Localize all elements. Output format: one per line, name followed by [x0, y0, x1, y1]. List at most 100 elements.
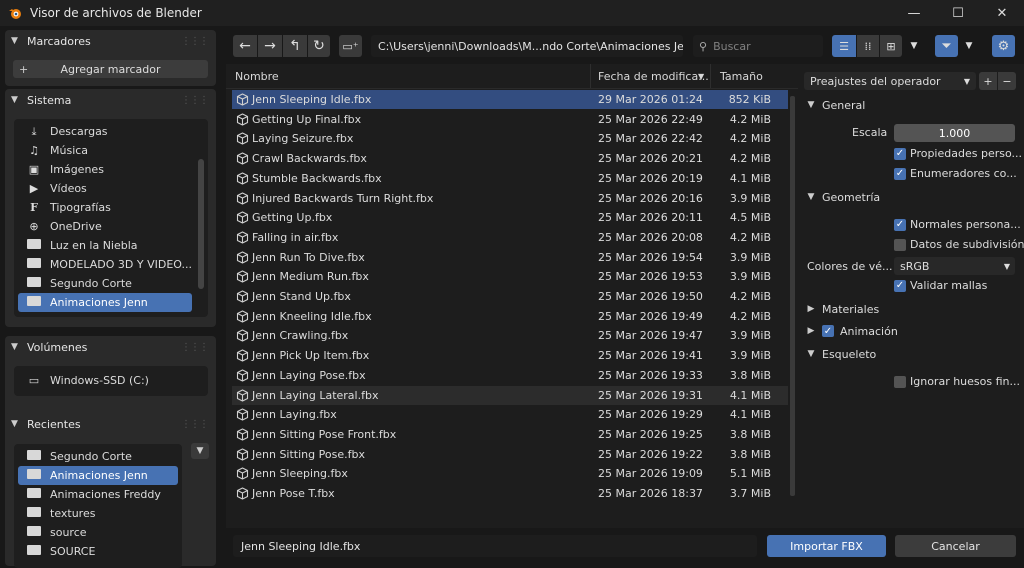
sidebar-item-modelado[interactable]: MODELADO 3D Y VIDEO... — [18, 255, 192, 274]
column-date-header[interactable]: Fecha de modifica... — [598, 70, 709, 83]
scale-input[interactable]: 1.000 — [894, 124, 1015, 142]
filter-chevron-down-icon[interactable]: ▼ — [960, 35, 978, 57]
file-date: 25 Mar 2026 19:09 — [598, 467, 703, 481]
remove-preset-minus-icon[interactable]: − — [998, 72, 1016, 90]
sidebar-item-onedrive[interactable]: ⊕ OneDrive — [18, 217, 192, 236]
file-row[interactable]: Jenn Stand Up.fbx 25 Mar 2026 19:50 4.2 Mi… — [232, 287, 788, 306]
column-size-header[interactable]: Tamaño — [720, 70, 763, 83]
gear-icon[interactable]: ⚙ — [992, 35, 1015, 57]
system-header[interactable]: ▼ Sistema ⋮⋮⋮ — [5, 89, 216, 111]
column-name-header[interactable]: Nombre — [235, 70, 279, 83]
file-row[interactable]: Jenn Laying Lateral.fbx 25 Mar 2026 19:31… — [232, 385, 788, 405]
item-label: source — [50, 526, 87, 539]
file-list: Nombre Fecha de modifica... ▼ Tamaño Jen… — [226, 64, 798, 528]
sidebar-item-tipografias[interactable]: F Tipografías — [18, 198, 192, 217]
recent-item-source[interactable]: source — [18, 523, 178, 542]
minimize-button[interactable]: — — [892, 0, 936, 26]
grip-icon[interactable]: ⋮⋮⋮ — [181, 36, 209, 47]
file-date: 25 Mar 2026 20:19 — [598, 171, 703, 185]
file-name: Jenn Sitting Pose.fbx — [252, 447, 365, 461]
file-list-scrollbar[interactable] — [790, 96, 795, 496]
file-row[interactable]: Jenn Run To Dive.fbx 25 Mar 2026 19:54 3.9… — [232, 248, 788, 267]
custom-properties-checkbox[interactable]: ✓ Propiedades perso... — [894, 147, 1022, 160]
import-fbx-button[interactable]: Importar FBX — [767, 535, 886, 557]
sidebar-item-animaciones-jenn[interactable]: Animaciones Jenn — [18, 293, 192, 312]
file-row[interactable]: Getting Up Final.fbx 25 Mar 2026 22:49 4.2… — [232, 110, 788, 129]
file-row[interactable]: Crawl Backwards.fbx 25 Mar 2026 20:21 4.2 … — [232, 149, 788, 168]
vertex-colors-dropdown[interactable]: sRGB ▼ — [894, 257, 1015, 275]
recent-item-animaciones-jenn[interactable]: Animaciones Jenn — [18, 466, 178, 485]
sidebar-item-windows-ssd[interactable]: ▭ Windows-SSD (C:) — [18, 371, 204, 390]
file-row[interactable]: Jenn Pick Up Item.fbx 25 Mar 2026 19:41 3.… — [232, 346, 788, 365]
check-icon: ✓ — [894, 218, 906, 231]
geometry-section-header[interactable]: ▼ Geometría — [804, 187, 1018, 207]
ignore-leaf-bones-checkbox[interactable]: Ignorar huesos fin... — [894, 375, 1020, 388]
chevron-down-icon: ▼ — [807, 100, 815, 110]
file-row[interactable]: Jenn Laying.fbx 25 Mar 2026 19:29 4.1 MiB — [232, 405, 788, 424]
recent-item-textures[interactable]: textures — [18, 504, 178, 523]
system-scrollbar[interactable] — [198, 159, 204, 289]
sidebar-item-segundo-corte[interactable]: Segundo Corte — [18, 274, 192, 293]
recents-header[interactable]: ▼ Recientes ⋮⋮⋮ — [5, 413, 216, 435]
sidebar-item-imagenes[interactable]: ▣ Imágenes — [18, 160, 192, 179]
recents-menu-chevron-down-icon[interactable]: ▼ — [191, 443, 209, 459]
add-bookmark-button[interactable]: + Agregar marcador — [13, 60, 208, 78]
file-row[interactable]: Injured Backwards Turn Right.fbx 25 Mar 2… — [232, 189, 788, 208]
general-section-header[interactable]: ▼ General — [804, 95, 1018, 115]
armature-section-header[interactable]: ▼ Esqueleto — [804, 344, 1018, 364]
chevron-down-icon: ▼ — [963, 76, 970, 86]
sidebar-item-descargas[interactable]: ⤓ Descargas — [18, 122, 192, 141]
animation-section-header[interactable]: ▶ ✓ Animación — [804, 321, 1018, 341]
sidebar-item-luz-en-la-niebla[interactable]: Luz en la Niebla — [18, 236, 192, 255]
file-row[interactable]: Jenn Pose T.fbx 25 Mar 2026 18:37 3.7 MiB — [232, 484, 788, 503]
file-row[interactable]: Jenn Sitting Pose.fbx 25 Mar 2026 19:22 3.… — [232, 445, 788, 464]
file-row[interactable]: Jenn Kneeling Idle.fbx 25 Mar 2026 19:49 4… — [232, 307, 788, 326]
materials-section-header[interactable]: ▶ Materiales — [804, 299, 1018, 319]
grip-icon[interactable]: ⋮⋮⋮ — [181, 95, 209, 106]
maximize-button[interactable]: ☐ — [936, 0, 980, 26]
grip-icon[interactable]: ⋮⋮⋮ — [181, 419, 209, 430]
file-row[interactable]: Jenn Sleeping Idle.fbx 29 Mar 2026 01:24 8… — [232, 90, 788, 109]
subdivision-data-checkbox[interactable]: Datos de subdivisión — [894, 238, 1024, 251]
file-row[interactable]: Jenn Laying Pose.fbx 25 Mar 2026 19:33 3.8… — [232, 366, 788, 385]
file-row[interactable]: Jenn Medium Run.fbx 25 Mar 2026 19:53 3.9 … — [232, 267, 788, 286]
search-field[interactable]: ⚲ Buscar — [693, 35, 823, 57]
horizontal-list-icon[interactable]: ⁞⁞ — [857, 35, 879, 57]
thumbnails-icon[interactable]: ⊞ — [880, 35, 902, 57]
back-arrow-icon[interactable]: ← — [233, 35, 257, 57]
validate-meshes-checkbox[interactable]: ✓ Validar mallas — [894, 279, 987, 292]
filename-input[interactable]: Jenn Sleeping Idle.fbx — [233, 535, 757, 557]
custom-normals-checkbox[interactable]: ✓ Normales persona... — [894, 218, 1021, 231]
file-row[interactable]: Stumble Backwards.fbx 25 Mar 2026 20:19 4.… — [232, 169, 788, 188]
refresh-icon[interactable]: ↻ — [308, 35, 330, 57]
file-row[interactable]: Getting Up.fbx 25 Mar 2026 20:11 4.5 MiB — [232, 208, 788, 227]
file-name: Jenn Laying Lateral.fbx — [252, 388, 379, 402]
list-view-icon[interactable]: ☰ — [832, 35, 856, 57]
close-button[interactable]: ✕ — [980, 0, 1024, 26]
volumes-header[interactable]: ▼ Volúmenes ⋮⋮⋮ — [5, 336, 216, 358]
forward-arrow-icon[interactable]: → — [258, 35, 282, 57]
parent-directory-icon[interactable]: ↰ — [283, 35, 307, 57]
file-row[interactable]: Jenn Sleeping.fbx 25 Mar 2026 19:09 5.1 Mi… — [232, 464, 788, 483]
recent-item-source-upper[interactable]: SOURCE — [18, 542, 178, 561]
operator-presets-dropdown[interactable]: Preajustes del operador ▼ — [804, 72, 976, 90]
file-row[interactable]: Jenn Sitting Pose Front.fbx 25 Mar 2026 1… — [232, 425, 788, 444]
cancel-button[interactable]: Cancelar — [895, 535, 1016, 557]
filter-icon[interactable]: ⏷ — [935, 35, 958, 57]
animation-checkbox-check-icon[interactable]: ✓ — [822, 325, 834, 337]
new-folder-icon[interactable]: ▭⁺ — [339, 35, 362, 57]
add-preset-plus-icon[interactable]: + — [979, 72, 997, 90]
bookmarks-header[interactable]: ▼ Marcadores ⋮⋮⋮ — [5, 30, 216, 52]
display-chevron-down-icon[interactable]: ▼ — [905, 35, 923, 57]
recent-item-segundo-corte[interactable]: Segundo Corte — [18, 447, 178, 466]
grip-icon[interactable]: ⋮⋮⋮ — [181, 342, 209, 353]
file-row[interactable]: Jenn Crawling.fbx 25 Mar 2026 19:47 3.9 Mi… — [232, 326, 788, 345]
sidebar-item-videos[interactable]: ▶ Vídeos — [18, 179, 192, 198]
sidebar-item-musica[interactable]: ♫ Música — [18, 141, 192, 160]
file-row[interactable]: Falling in air.fbx 25 Mar 2026 20:08 4.2 M… — [232, 228, 788, 247]
file-row[interactable]: Laying Seizure.fbx 25 Mar 2026 22:42 4.2 M… — [232, 129, 788, 148]
enum-as-strings-checkbox[interactable]: ✓ Enumeradores co... — [894, 167, 1017, 180]
recent-item-animaciones-freddy[interactable]: Animaciones Freddy — [18, 485, 178, 504]
folder-icon — [26, 258, 42, 271]
path-field[interactable]: C:\Users\jenni\Downloads\M...ndo Corte\A… — [371, 35, 683, 57]
